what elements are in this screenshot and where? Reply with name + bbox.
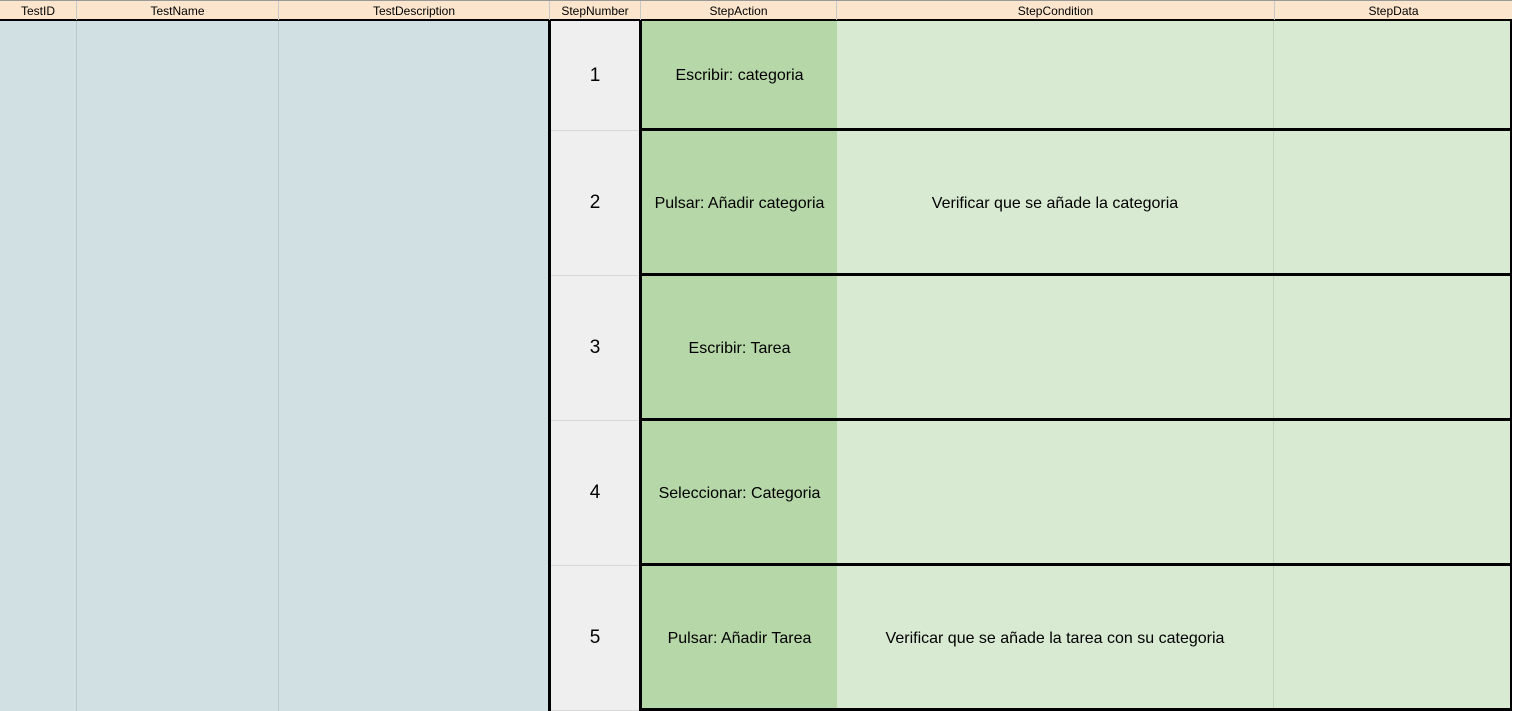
step-number-cell[interactable]: 4 (551, 421, 639, 566)
step-condition-cell[interactable] (837, 421, 1274, 566)
column-border (1510, 276, 1512, 421)
step-data-cell[interactable] (1274, 21, 1510, 131)
step-condition-cell[interactable]: Verificar que se añade la categoria (837, 131, 1274, 276)
step-number-cell[interactable]: 1 (551, 21, 639, 131)
step-action-cell[interactable]: Escribir: categoria (642, 21, 837, 131)
step-row-5: 5 Pulsar: Añadir Tarea Verificar que se … (551, 566, 1512, 711)
header-stepnumber[interactable]: StepNumber (550, 1, 641, 20)
header-testdescription[interactable]: TestDescription (279, 1, 550, 20)
column-border (1510, 566, 1512, 711)
column-border (1510, 21, 1512, 131)
step-row-2: 2 Pulsar: Añadir categoria Verificar que… (551, 131, 1512, 276)
column-border (1510, 421, 1512, 566)
step-action-cell[interactable]: Pulsar: Añadir categoria (642, 131, 837, 276)
step-data-cell[interactable] (1274, 566, 1510, 711)
header-testid[interactable]: TestID (0, 1, 77, 20)
header-row: TestID TestName TestDescription StepNumb… (0, 0, 1512, 21)
step-data-cell[interactable] (1274, 421, 1510, 566)
header-stepcondition[interactable]: StepCondition (837, 1, 1275, 20)
step-condition-cell[interactable] (837, 21, 1274, 131)
header-stepdata[interactable]: StepData (1275, 1, 1512, 20)
step-condition-cell[interactable] (837, 276, 1274, 421)
step-data-cell[interactable] (1274, 131, 1510, 276)
spreadsheet: TestID TestName TestDescription StepNumb… (0, 0, 1514, 711)
step-row-1: 1 Escribir: categoria (551, 21, 1512, 131)
step-action-cell[interactable]: Escribir: Tarea (642, 276, 837, 421)
step-data-cell[interactable] (1274, 276, 1510, 421)
step-number-cell[interactable]: 3 (551, 276, 639, 421)
step-action-cell[interactable]: Pulsar: Añadir Tarea (642, 566, 837, 711)
step-action-cell[interactable]: Seleccionar: Categoria (642, 421, 837, 566)
header-stepaction[interactable]: StepAction (641, 1, 837, 20)
testname-cell[interactable] (77, 21, 279, 711)
step-number-cell[interactable]: 5 (551, 566, 639, 711)
step-number-cell[interactable]: 2 (551, 131, 639, 276)
step-row-3: 3 Escribir: Tarea (551, 276, 1512, 421)
step-condition-cell[interactable]: Verificar que se añade la tarea con su c… (837, 566, 1274, 711)
column-border (1510, 131, 1512, 276)
header-testname[interactable]: TestName (77, 1, 279, 20)
step-row-4: 4 Seleccionar: Categoria (551, 421, 1512, 566)
testid-cell[interactable] (0, 21, 77, 711)
testdescription-cell[interactable] (279, 21, 548, 711)
